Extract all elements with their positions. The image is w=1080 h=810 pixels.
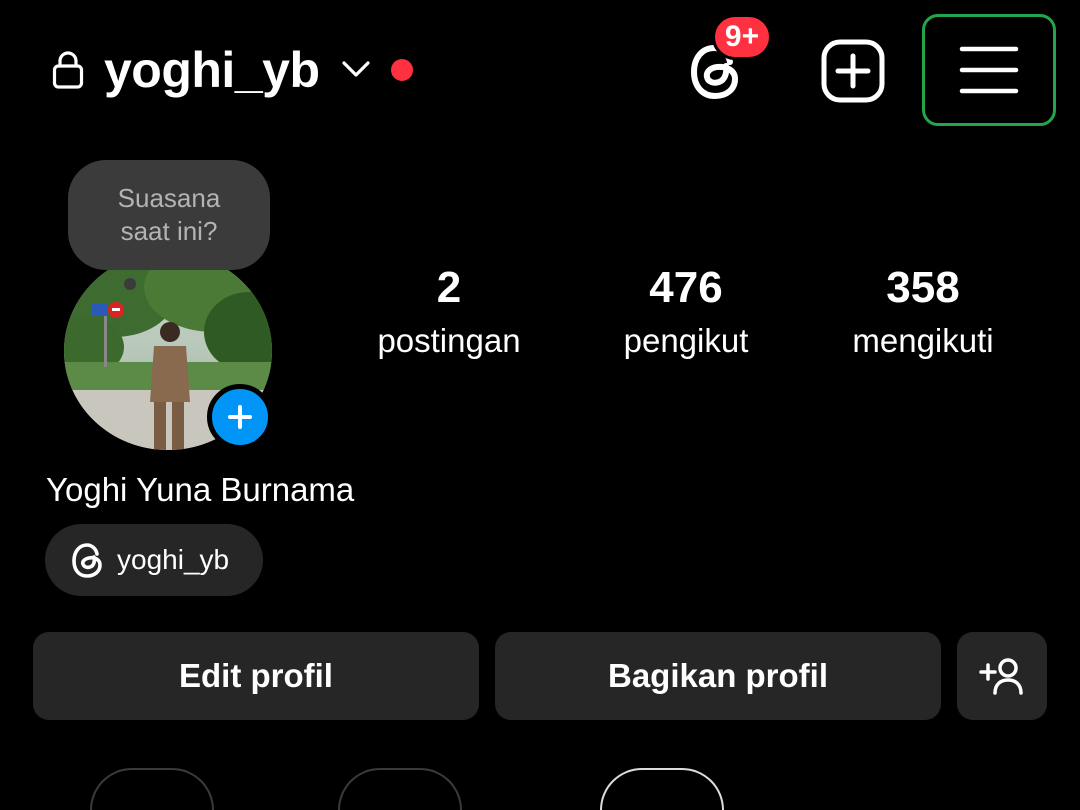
- threads-icon: [72, 543, 102, 578]
- hamburger-menu-icon: [959, 46, 1019, 94]
- note-text-line1: Suasana: [117, 183, 221, 213]
- chevron-down-icon[interactable]: [340, 58, 372, 80]
- threads-profile-chip[interactable]: yoghi_yb: [45, 524, 263, 596]
- stat-label: postingan: [377, 322, 521, 359]
- discover-people-button[interactable]: [957, 632, 1047, 720]
- story-highlight[interactable]: [338, 768, 462, 810]
- note-bubble[interactable]: Suasana saat ini?: [68, 160, 270, 270]
- add-story-button[interactable]: [207, 384, 273, 450]
- stat-posts[interactable]: 2 postingan: [339, 262, 559, 364]
- threads-handle: yoghi_yb: [117, 544, 230, 575]
- plus-icon: [228, 405, 252, 429]
- stat-followers[interactable]: 476 pengikut: [576, 262, 796, 364]
- menu-button[interactable]: [922, 14, 1056, 126]
- stat-following[interactable]: 358 mengikuti: [813, 262, 1033, 364]
- note-bubble-tail: [124, 278, 136, 290]
- stat-value: 476: [649, 263, 723, 312]
- notification-badge: 9+: [712, 14, 772, 60]
- unread-dot: [391, 59, 413, 81]
- stat-label: pengikut: [623, 322, 749, 359]
- share-profile-button[interactable]: Bagikan profil: [495, 632, 941, 720]
- plus-square-icon[interactable]: [820, 38, 886, 104]
- stat-label: mengikuti: [852, 322, 994, 359]
- note-text-line2: saat ini?: [120, 216, 218, 246]
- story-highlight[interactable]: [90, 768, 214, 810]
- story-highlight[interactable]: [600, 768, 724, 810]
- edit-profile-button[interactable]: Edit profil: [33, 632, 479, 720]
- stat-value: 2: [436, 263, 462, 312]
- add-user-icon: [979, 658, 1023, 695]
- stat-value: 358: [886, 263, 960, 312]
- profile-full-name: Yoghi Yuna Burnama: [46, 471, 355, 508]
- username[interactable]: yoghi_yb: [104, 40, 320, 100]
- lock-icon: [52, 51, 84, 89]
